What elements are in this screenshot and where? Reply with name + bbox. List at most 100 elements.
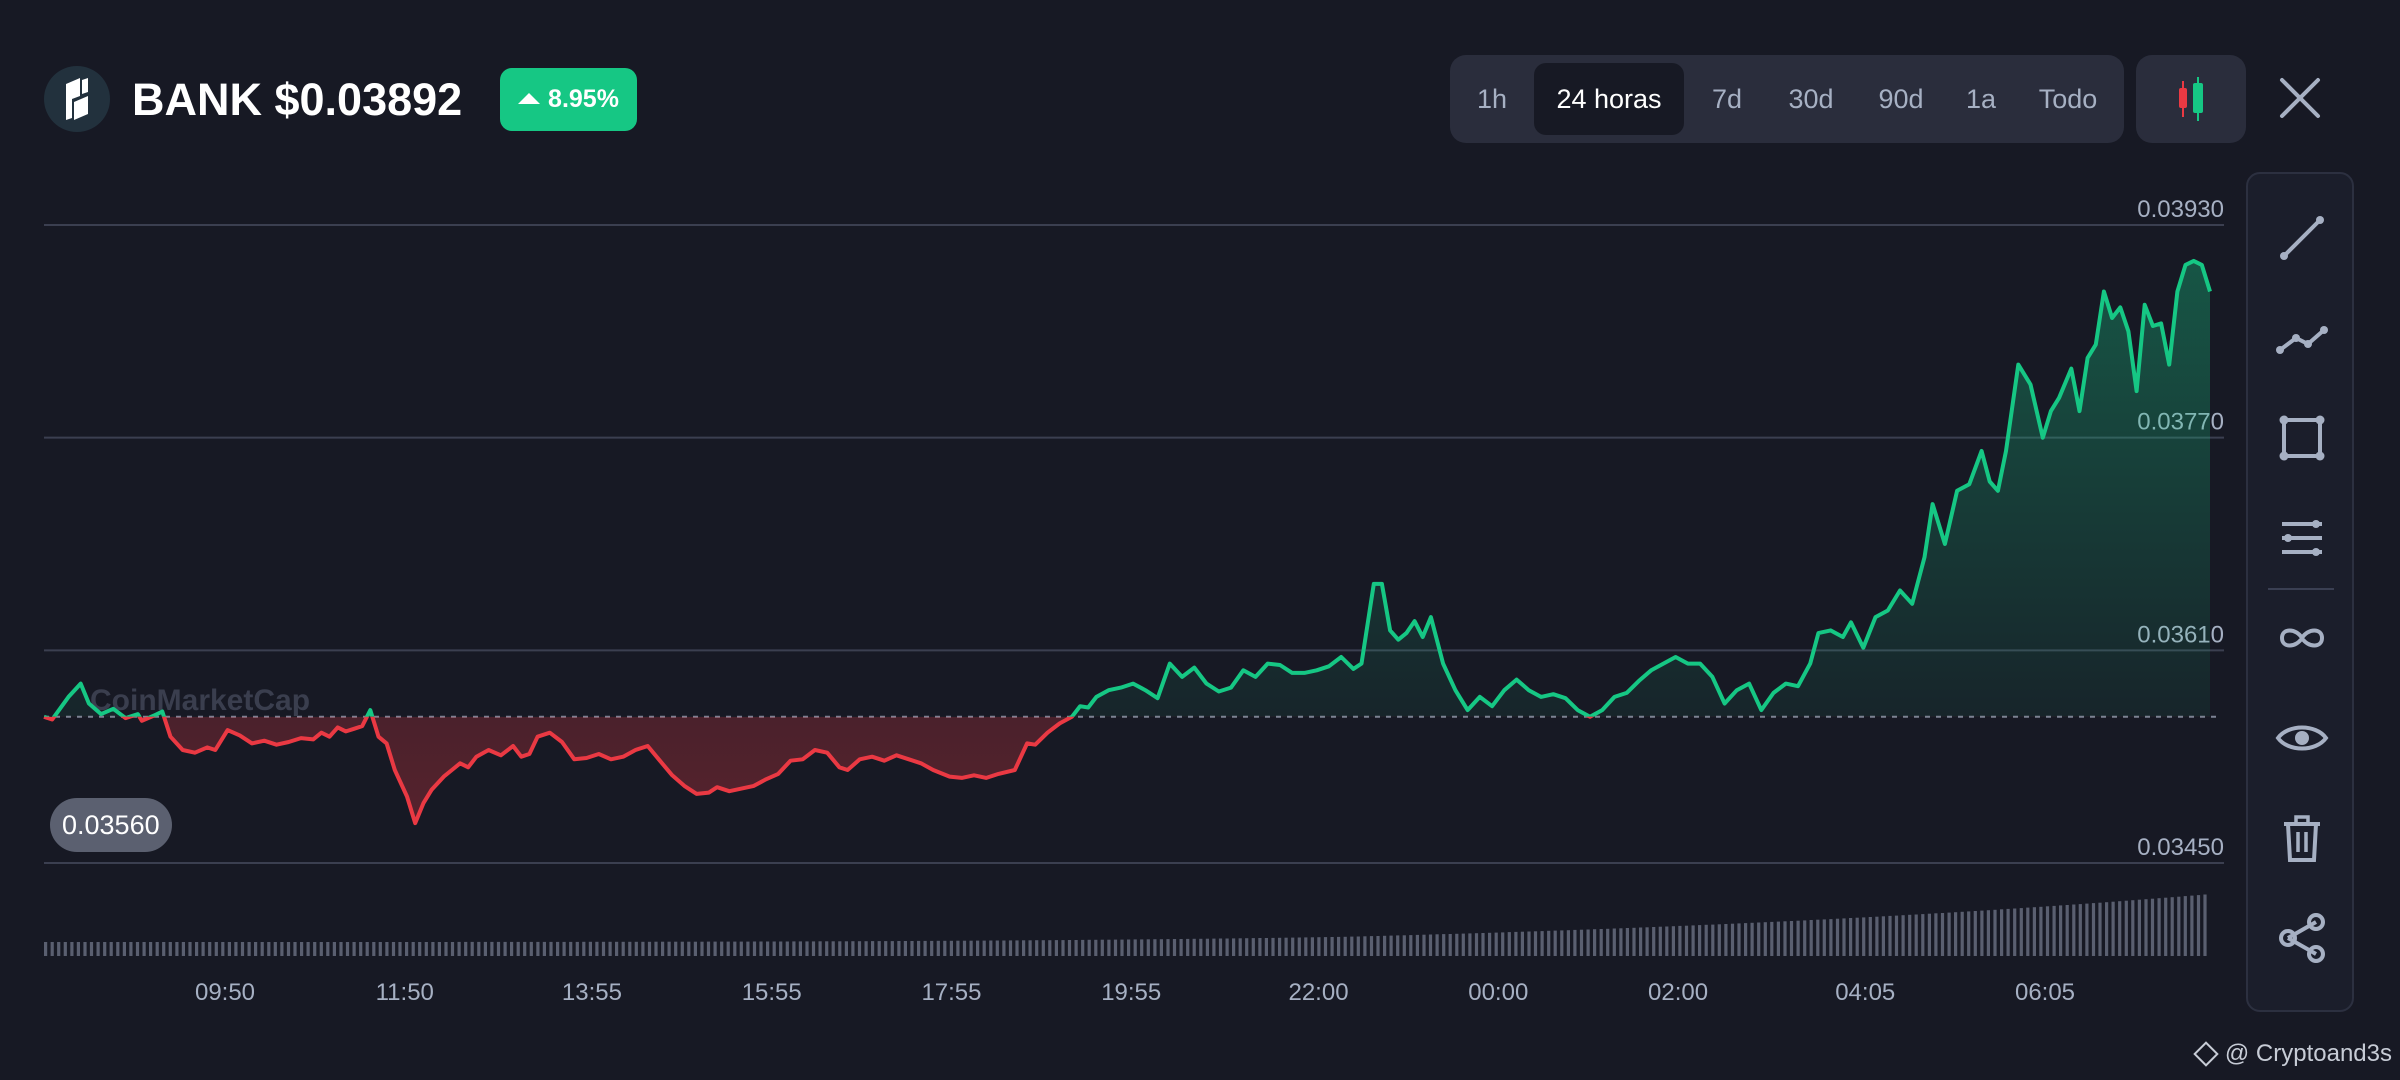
volume-bar — [293, 942, 297, 956]
volume-bar — [864, 941, 868, 956]
volume-bar — [1041, 940, 1045, 956]
trend-line-tool[interactable] — [2272, 208, 2332, 268]
volume-bar — [240, 942, 245, 956]
parallel-lines-tool[interactable] — [2272, 508, 2332, 568]
volume-bar — [496, 941, 501, 956]
volume-bar — [949, 940, 953, 956]
volume-bar — [1271, 937, 1275, 956]
volume-bar — [234, 942, 238, 956]
volume-bar — [1593, 929, 1597, 956]
polyline-tool[interactable] — [2272, 308, 2332, 368]
volume-bar — [1159, 939, 1163, 956]
volume-bar — [680, 941, 684, 956]
volume-bar — [1396, 935, 1400, 956]
volume-bar — [319, 942, 323, 956]
delete-tool[interactable] — [2272, 808, 2332, 868]
range-tab-30d[interactable]: 30d — [1770, 63, 1852, 135]
volume-bar — [1665, 926, 1669, 956]
volume-bar — [129, 942, 133, 956]
range-tab-7d[interactable]: 7d — [1694, 63, 1760, 135]
volume-bar — [825, 941, 829, 956]
volume-bar — [910, 941, 914, 956]
range-tab-todo[interactable]: Todo — [2020, 63, 2116, 135]
close-icon — [2280, 78, 2320, 118]
volume-bar — [1179, 939, 1183, 956]
volume-bar — [1744, 923, 1748, 956]
bank-logo-icon — [44, 66, 110, 132]
volume-bar — [1888, 915, 1892, 956]
price-chart-svg[interactable]: 0.039300.037700.036100.03450 CoinMarketC… — [0, 150, 2240, 1020]
volume-bar — [2026, 907, 2030, 956]
volume-bar — [674, 941, 678, 956]
volume-bar — [411, 942, 415, 956]
range-tab-24h[interactable]: 24 horas — [1534, 63, 1684, 135]
baseline-price-tag: 0.03560 — [50, 798, 172, 852]
volume-bar — [1619, 928, 1623, 956]
volume-bar — [503, 941, 507, 956]
volume-bar — [149, 942, 153, 956]
volume-bar — [1901, 915, 1905, 956]
volume-bar — [2196, 895, 2201, 956]
volume-bar — [1323, 937, 1328, 956]
volume-bar — [752, 941, 757, 956]
volume-bar — [1363, 936, 1367, 956]
volume-bar — [300, 942, 304, 956]
volume-bar — [2111, 901, 2115, 956]
rectangle-tool[interactable] — [2272, 408, 2332, 468]
volume-bar — [1809, 920, 1813, 956]
volume-bar — [2177, 896, 2181, 956]
volume-bar — [897, 941, 901, 956]
volume-bar — [1409, 935, 1413, 956]
volume-bar — [628, 941, 632, 956]
volume-bar — [1278, 937, 1282, 956]
volume-bar — [1579, 929, 1584, 956]
price-chart[interactable]: 0.039300.037700.036100.03450 CoinMarketC… — [0, 150, 2240, 1020]
volume-bar — [962, 940, 967, 956]
volume-bar — [556, 941, 560, 956]
volume-bar — [195, 942, 199, 956]
volume-bar — [326, 942, 330, 956]
volume-bar — [510, 941, 514, 956]
candlestick-toggle-button[interactable] — [2136, 55, 2246, 143]
volume-bar — [739, 941, 743, 956]
volume-bar — [634, 941, 638, 956]
volume-bar — [1455, 933, 1459, 956]
volume-bar — [2131, 900, 2135, 956]
volume-bar — [89, 942, 94, 956]
volume-bar — [844, 941, 848, 956]
volume-bar — [1146, 939, 1150, 956]
volume-bar — [943, 940, 947, 956]
share-tool[interactable] — [2272, 908, 2332, 968]
volume-bar — [1921, 914, 1925, 956]
volume-bar — [168, 942, 172, 956]
infinity-tool[interactable] — [2272, 608, 2332, 668]
price-change-value: 8.95% — [548, 85, 619, 113]
volume-bar — [536, 941, 540, 956]
volume-bar — [1763, 922, 1767, 956]
volume-bar — [1127, 939, 1131, 956]
range-tab-90d[interactable]: 90d — [1860, 63, 1942, 135]
volume-bar — [2085, 903, 2089, 956]
volume-bar — [1737, 923, 1741, 956]
volume-bar — [1789, 921, 1794, 956]
volume-bar — [1028, 940, 1032, 956]
volume-bar — [2203, 894, 2207, 956]
volume-bar — [2170, 897, 2174, 956]
volume-bar — [615, 941, 619, 956]
volume-bar — [549, 941, 553, 956]
candlestick-icon — [2179, 77, 2203, 121]
volume-bar — [1048, 940, 1052, 956]
close-button[interactable] — [2270, 68, 2330, 128]
volume-bar — [1507, 932, 1511, 956]
volume-bar — [50, 942, 54, 956]
volume-bar — [766, 941, 770, 956]
range-tab-1h[interactable]: 1h — [1460, 63, 1524, 135]
range-tab-1a[interactable]: 1a — [1952, 63, 2010, 135]
volume-bar — [667, 941, 671, 956]
volume-bar — [1560, 930, 1564, 956]
volume-bar — [2124, 900, 2128, 956]
volume-bar — [713, 941, 717, 956]
volume-bar — [601, 941, 606, 956]
visibility-tool[interactable] — [2272, 708, 2332, 768]
volume-bar — [1054, 940, 1058, 956]
